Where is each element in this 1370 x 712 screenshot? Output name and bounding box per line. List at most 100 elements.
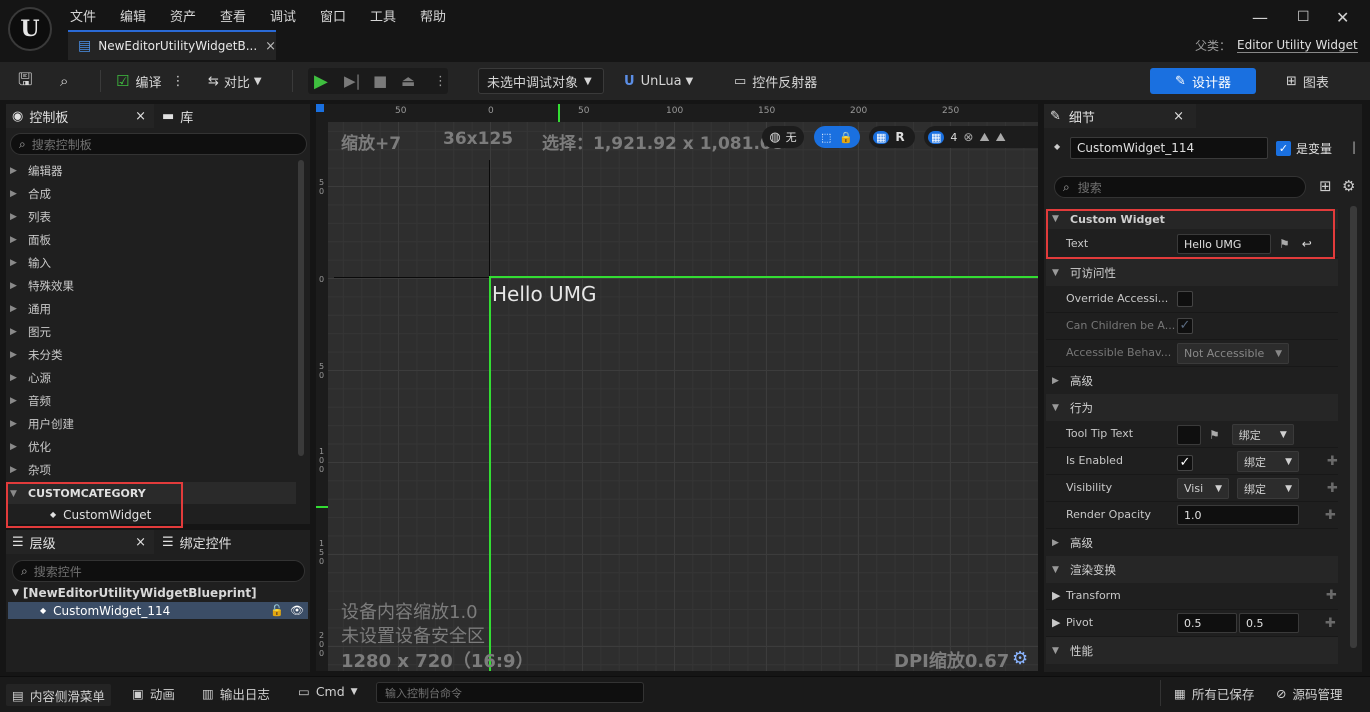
compile-options-icon[interactable]: ⋮ (171, 74, 184, 89)
section-performance[interactable]: ▼ 性能 (1046, 637, 1338, 664)
maximize-icon[interactable]: ☐ (1297, 9, 1310, 25)
save-all-button[interactable]: ▦ 所有已保存 (1174, 684, 1254, 703)
menu-view[interactable]: 查看 (220, 6, 246, 25)
widget-reflector-button[interactable]: ▭ 控件反射器 (734, 68, 817, 94)
hierarchy-selected-row[interactable]: ◆ CustomWidget_114 🔓 👁 (8, 602, 308, 619)
expand-arrow-icon[interactable]: ▶ (1052, 589, 1060, 602)
hierarchy-root[interactable]: ▼ [NewEditorUtilityWidgetBlueprint] (12, 586, 257, 600)
gear-icon[interactable]: ⚙ (1012, 648, 1028, 669)
expand-arrow-icon[interactable]: ▶ (1052, 616, 1060, 629)
menu-edit[interactable]: 编辑 (120, 6, 146, 25)
palette-category[interactable]: ▶ 编辑器 (10, 159, 63, 182)
palette-category[interactable]: ▶ 图元 (10, 320, 51, 343)
add-binding-icon[interactable]: ✚ (1327, 481, 1338, 496)
selected-widget-outline[interactable] (489, 276, 1038, 671)
parent-class-link[interactable]: Editor Utility Widget (1237, 38, 1358, 53)
browse-icon[interactable]: ⌕ (60, 68, 68, 94)
menu-tools[interactable]: 工具 (370, 6, 396, 25)
menu-asset[interactable]: 资产 (170, 6, 196, 25)
close-panel-icon[interactable]: × (1173, 109, 1184, 124)
section-advanced-behavior[interactable]: ▶ 高级 (1046, 529, 1338, 556)
hierarchy-search-input[interactable]: ⌕ 搜索控件 (12, 560, 305, 582)
console-command-input[interactable]: 输入控制台命令 (376, 682, 644, 703)
visibility-dropdown[interactable]: Visi ▼ (1177, 478, 1229, 499)
menu-debug[interactable]: 调试 (270, 6, 296, 25)
section-advanced[interactable]: ▶ 高级 (1046, 367, 1338, 394)
respect-locks-toggle[interactable]: ▦ R (869, 126, 915, 148)
close-window-icon[interactable]: ✕ (1336, 8, 1349, 27)
palette-search-input[interactable]: ⌕ 搜索控制板 (10, 133, 307, 155)
palette-category[interactable]: ▶ 通用 (10, 297, 51, 320)
unlock-icon[interactable]: 🔓 (270, 604, 284, 617)
content-drawer-button[interactable]: ▤ 内容侧滑菜单 (6, 684, 111, 706)
play-icon[interactable]: ▶ (314, 68, 328, 94)
close-tab-icon[interactable]: × (265, 39, 276, 54)
lock-toggle[interactable]: ⬚ 🔒 (814, 126, 860, 148)
palette-category[interactable]: ▶ 杂项 (10, 458, 51, 481)
palette-category[interactable]: ▶ 面板 (10, 228, 51, 251)
add-binding-icon[interactable]: ✚ (1326, 588, 1337, 603)
widget-name-input[interactable]: CustomWidget_114 (1070, 137, 1268, 159)
is-variable-checkbox[interactable]: ✓ 是变量 (1276, 140, 1332, 157)
close-panel-icon[interactable]: × (135, 535, 146, 550)
play-options-icon[interactable]: ⋮ (434, 68, 447, 94)
section-render-transform[interactable]: ▼ 渲染变换 (1046, 556, 1338, 583)
unreal-logo-icon[interactable]: U (8, 7, 52, 51)
override-accessible-checkbox[interactable] (1177, 291, 1193, 307)
palette-category[interactable]: ▶ 未分类 (10, 343, 63, 366)
section-accessibility[interactable]: ▼ 可访问性 (1046, 259, 1338, 286)
diff-button[interactable]: ⇆ 对比 ▼ (208, 68, 262, 94)
image-icon[interactable]: ⛰ (979, 130, 989, 145)
details-scrollbar[interactable] (1350, 206, 1357, 648)
settings-icon[interactable]: ⚙ (1342, 177, 1355, 195)
minimize-icon[interactable]: — (1252, 8, 1268, 27)
menu-window[interactable]: 窗口 (320, 6, 346, 25)
pivot-y-input[interactable]: 0.5 (1239, 613, 1299, 633)
close-panel-icon[interactable]: × (135, 109, 146, 124)
section-behavior[interactable]: ▼ 行为 (1046, 394, 1338, 421)
eye-icon[interactable]: 👁 (290, 604, 304, 617)
bind-dropdown[interactable]: 绑定 ▼ (1237, 478, 1299, 499)
bind-dropdown[interactable]: 绑定 ▼ (1231, 424, 1294, 445)
add-binding-icon[interactable]: ✚ (1325, 508, 1336, 523)
palette-category[interactable]: ▶ 输入 (10, 251, 51, 274)
designer-button[interactable]: ✎ 设计器 (1150, 68, 1256, 94)
cmd-dropdown[interactable]: ▭ Cmd ▼ (298, 684, 358, 699)
bind-widgets-tab[interactable]: ☰ 绑定控件 (162, 530, 232, 554)
render-opacity-input[interactable]: 1.0 (1177, 505, 1299, 525)
palette-category[interactable]: ▶ 优化 (10, 435, 51, 458)
is-enabled-checkbox[interactable]: ✓ (1177, 454, 1193, 471)
document-tab[interactable]: ▤ NewEditorUtilityWidgetB... × (68, 30, 276, 60)
menu-help[interactable]: 帮助 (420, 6, 446, 25)
tooltip-input[interactable] (1177, 424, 1201, 445)
palette-category[interactable]: ▶ 列表 (10, 205, 51, 228)
compile-button[interactable]: ☑ 编译 ⋮ (116, 68, 184, 94)
palette-category[interactable]: ▶ 用户创建 (10, 412, 74, 435)
add-binding-icon[interactable]: ✚ (1327, 454, 1338, 469)
stop-icon[interactable]: ■ (373, 68, 387, 94)
bind-dropdown[interactable]: 绑定 ▼ (1237, 451, 1299, 472)
library-tab[interactable]: ▬ 库 (162, 104, 193, 128)
localization-toggle[interactable]: ◍ 无 (762, 126, 804, 148)
graph-button[interactable]: ⊞ 图表 (1286, 68, 1329, 94)
table-view-icon[interactable]: ⊞ (1319, 177, 1332, 195)
menu-file[interactable]: 文件 (70, 6, 96, 25)
pivot-x-input[interactable]: 0.5 (1177, 613, 1237, 633)
unlua-dropdown[interactable]: U UnLua ▼ (624, 68, 693, 94)
add-binding-icon[interactable]: ✚ (1325, 616, 1336, 631)
details-search-input[interactable]: ⌕ 搜索 (1054, 176, 1306, 198)
flag-icon[interactable]: ⚑ (1209, 428, 1220, 442)
hierarchy-tab[interactable]: ☰ 层级 × (6, 530, 154, 554)
image-alt-icon[interactable]: ⛰ (996, 130, 1006, 145)
source-control-button[interactable]: ⊘ 源码管理 (1276, 684, 1343, 703)
palette-category[interactable]: ▶ 合成 (10, 182, 51, 205)
animation-button[interactable]: ▣ 动画 (132, 684, 175, 703)
palette-category[interactable]: ▶ 心源 (10, 366, 51, 389)
save-icon[interactable]: 🖫 (18, 68, 32, 94)
debug-target-dropdown[interactable]: 未选中调试对象 ▼ (478, 68, 604, 94)
palette-scrollbar[interactable] (298, 160, 304, 456)
step-icon[interactable]: ▶| (344, 68, 361, 94)
grid-snap-toggle[interactable]: ▦ 4 ⊗ ⛰ ⛰ (924, 126, 1038, 148)
palette-category[interactable]: ▶ 音频 (10, 389, 51, 412)
palette-category[interactable]: ▶ 特殊效果 (10, 274, 74, 297)
